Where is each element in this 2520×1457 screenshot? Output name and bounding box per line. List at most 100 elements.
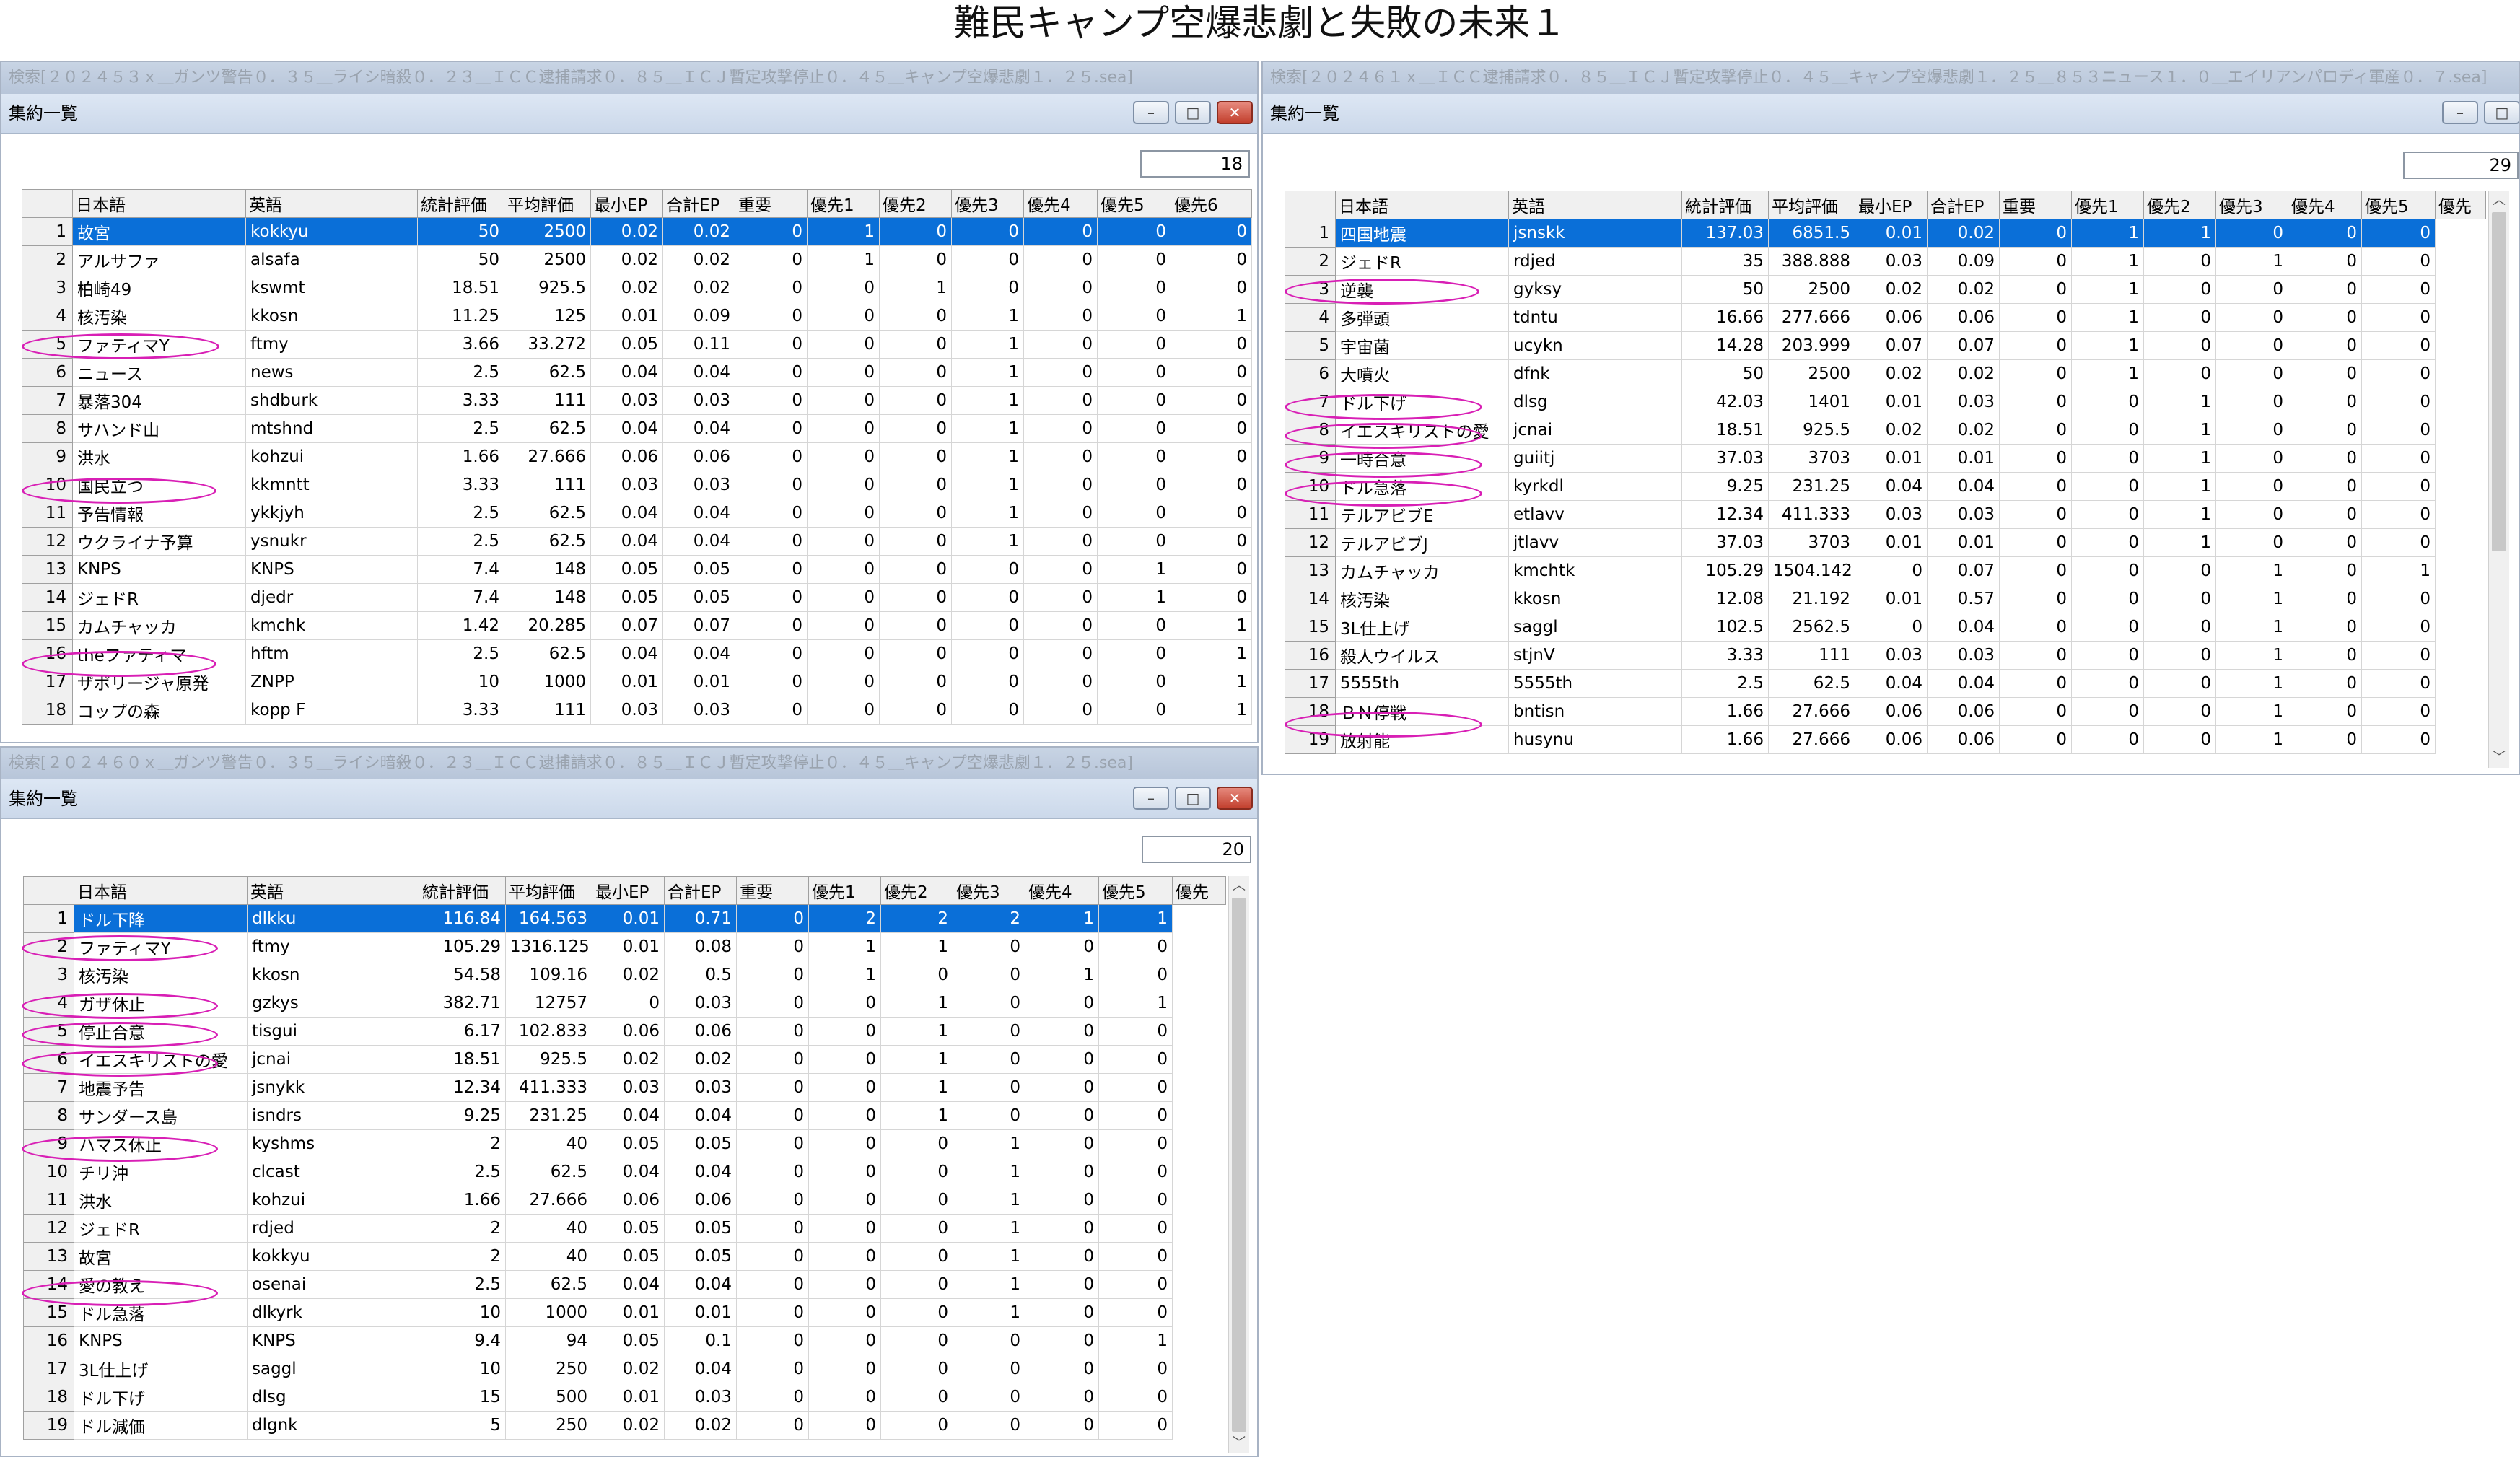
- row-number-header[interactable]: [22, 189, 73, 218]
- japanese-term-cell[interactable]: theファティマ: [72, 639, 246, 668]
- table-row[interactable]: 19 放射能 husynu 1.66 27.666 0.06 0.06 0 0 0 1 0 0: [1285, 725, 2486, 754]
- japanese-term-cell[interactable]: 暴落304: [72, 386, 246, 415]
- value-cell[interactable]: 925.5: [505, 1045, 592, 1074]
- value-cell[interactable]: 1: [953, 1298, 1025, 1327]
- value-cell[interactable]: 2.5: [1681, 669, 1769, 698]
- english-code-cell[interactable]: ZNPP: [245, 668, 418, 696]
- value-cell[interactable]: 0: [1999, 275, 2072, 304]
- value-cell[interactable]: 2: [419, 1129, 506, 1158]
- scroll-down-icon[interactable]: ﹀: [2489, 748, 2509, 768]
- english-code-cell[interactable]: ykkjyh: [245, 499, 418, 528]
- row-number[interactable]: 5: [23, 1017, 74, 1046]
- value-cell[interactable]: 111: [504, 696, 591, 725]
- value-cell[interactable]: 0: [736, 1017, 809, 1046]
- english-code-cell[interactable]: kkmntt: [245, 471, 418, 499]
- value-cell[interactable]: 0: [953, 932, 1025, 961]
- english-code-cell[interactable]: tdntu: [1508, 303, 1682, 332]
- row-number[interactable]: 15: [22, 611, 73, 640]
- value-cell[interactable]: 0: [880, 1129, 953, 1158]
- value-cell[interactable]: 0: [1025, 1298, 1099, 1327]
- english-code-cell[interactable]: kyrkdl: [1508, 472, 1682, 501]
- english-code-cell[interactable]: dlsg: [1508, 388, 1682, 416]
- japanese-term-cell[interactable]: KNPS: [72, 555, 246, 584]
- value-cell[interactable]: 111: [504, 386, 591, 415]
- value-cell[interactable]: 0: [808, 1129, 881, 1158]
- value-cell[interactable]: 0: [736, 932, 809, 961]
- value-cell[interactable]: 0: [808, 1270, 881, 1299]
- close-icon[interactable]: ✕: [1217, 787, 1253, 810]
- value-cell[interactable]: 1: [2143, 444, 2216, 473]
- value-cell[interactable]: 0.11: [662, 330, 735, 359]
- value-cell[interactable]: 0: [1999, 585, 2072, 613]
- value-cell[interactable]: 1000: [504, 668, 591, 696]
- value-cell[interactable]: 0.04: [664, 1158, 737, 1186]
- table-row[interactable]: 9 一時合意 guiitj 37.03 3703 0.01 0.01 0 0 1 0 0 0: [1285, 444, 2486, 473]
- value-cell[interactable]: 0: [736, 1186, 809, 1215]
- value-cell[interactable]: 0: [2288, 669, 2362, 698]
- value-cell[interactable]: 1: [951, 471, 1024, 499]
- table-row[interactable]: 12 ウクライナ予算 ysnukr 2.5 62.5 0.04 0.04 0 0 0 1 0 0 0: [22, 527, 1252, 556]
- value-cell[interactable]: 27.666: [505, 1186, 592, 1215]
- japanese-term-cell[interactable]: テルアビブE: [1335, 500, 1509, 529]
- value-cell[interactable]: 0.01: [592, 1298, 665, 1327]
- english-code-cell[interactable]: bntisn: [1508, 697, 1682, 726]
- value-cell[interactable]: 0.01: [1927, 444, 2000, 473]
- value-cell[interactable]: 0.02: [1855, 416, 1928, 445]
- value-cell[interactable]: 2: [953, 904, 1025, 933]
- value-cell[interactable]: 0.01: [1855, 528, 1928, 557]
- value-cell[interactable]: 2500: [1768, 275, 1855, 304]
- table-row[interactable]: 12 ジェドR rdjed 2 40 0.05 0.05 0 0 0 1 0 0: [23, 1214, 1226, 1243]
- value-cell[interactable]: 0: [1171, 358, 1252, 387]
- value-cell[interactable]: 50: [417, 217, 504, 246]
- value-cell[interactable]: 0: [879, 386, 952, 415]
- value-cell[interactable]: 0.01: [1855, 444, 1928, 473]
- japanese-term-cell[interactable]: 3L仕上げ: [1335, 613, 1509, 642]
- value-cell[interactable]: 0.03: [1927, 388, 2000, 416]
- value-cell[interactable]: 0: [2143, 247, 2216, 276]
- value-cell[interactable]: 0: [1023, 414, 1098, 443]
- value-cell[interactable]: 0: [880, 961, 953, 989]
- value-cell[interactable]: 0: [808, 1383, 881, 1412]
- japanese-term-cell[interactable]: テルアビブJ: [1335, 528, 1509, 557]
- english-code-cell[interactable]: jsnskk: [1508, 219, 1682, 248]
- value-cell[interactable]: 27.666: [1768, 725, 1855, 754]
- table-row[interactable]: 17 5555th 5555th 2.5 62.5 0.04 0.04 0 0 0 1 0 0: [1285, 669, 2486, 698]
- value-cell[interactable]: 0: [2288, 275, 2362, 304]
- japanese-term-cell[interactable]: 地震予告: [74, 1073, 248, 1102]
- row-number[interactable]: 10: [1285, 472, 1336, 501]
- japanese-term-cell[interactable]: KNPS: [74, 1326, 248, 1355]
- japanese-term-cell[interactable]: サハンド山: [72, 414, 246, 443]
- english-code-cell[interactable]: kmchtk: [1508, 556, 1682, 585]
- value-cell[interactable]: 0: [2215, 528, 2288, 557]
- table-row[interactable]: 6 ニュース news 2.5 62.5 0.04 0.04 0 0 0 1 0 0 0: [22, 358, 1252, 387]
- column-header[interactable]: 英語: [1508, 191, 1682, 219]
- value-cell[interactable]: 1: [879, 274, 952, 302]
- value-cell[interactable]: 111: [504, 471, 591, 499]
- value-cell[interactable]: 1.42: [417, 611, 504, 640]
- value-cell[interactable]: 2.5: [417, 499, 504, 528]
- value-cell[interactable]: 0: [951, 555, 1024, 584]
- value-cell[interactable]: 0: [1999, 219, 2072, 248]
- row-number[interactable]: 7: [1285, 388, 1336, 416]
- value-cell[interactable]: 1504.142: [1768, 556, 1855, 585]
- value-cell[interactable]: 0.06: [1855, 303, 1928, 332]
- value-cell[interactable]: 27.666: [504, 442, 591, 471]
- value-cell[interactable]: 0.07: [590, 611, 663, 640]
- value-cell[interactable]: 0: [1098, 1101, 1173, 1130]
- value-cell[interactable]: 0.09: [662, 302, 735, 331]
- value-cell[interactable]: 0: [951, 245, 1024, 274]
- value-cell[interactable]: 0: [1098, 1129, 1173, 1158]
- value-cell[interactable]: 3703: [1768, 444, 1855, 473]
- japanese-term-cell[interactable]: 殺人ウイルス: [1335, 641, 1509, 670]
- value-cell[interactable]: 0: [735, 555, 808, 584]
- value-cell[interactable]: 0: [1098, 1073, 1173, 1102]
- value-cell[interactable]: 0: [1171, 386, 1252, 415]
- value-cell[interactable]: 0: [1999, 359, 2072, 388]
- value-cell[interactable]: 0: [736, 1242, 809, 1271]
- japanese-term-cell[interactable]: ドル下げ: [1335, 388, 1509, 416]
- table-row[interactable]: 14 核汚染 kkosn 12.08 21.192 0.01 0.57 0 0 0 1 0 0: [1285, 585, 2486, 613]
- row-number[interactable]: 3: [23, 961, 74, 989]
- column-header[interactable]: 優先3: [953, 876, 1025, 905]
- japanese-term-cell[interactable]: 停止合意: [74, 1017, 248, 1046]
- value-cell[interactable]: 0: [1023, 668, 1098, 696]
